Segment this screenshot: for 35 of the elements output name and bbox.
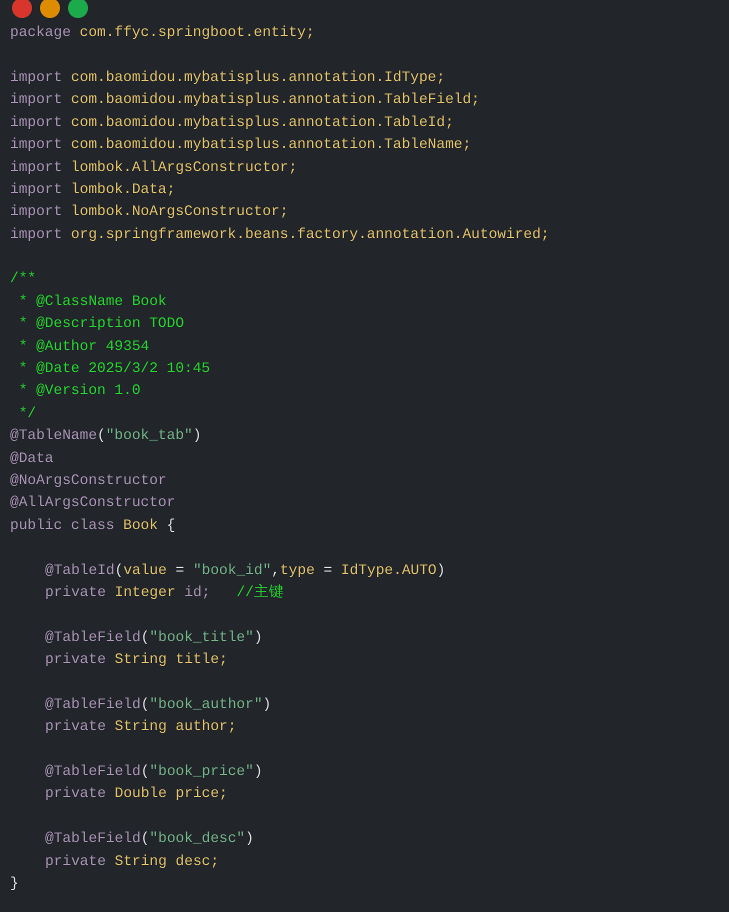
code-line: * @Description TODO — [18, 315, 184, 334]
code-line: import com.baomidou.mybatisplus.annotation.TableId; — [10, 114, 454, 132]
code-line: @Data — [10, 450, 54, 468]
code-line: @TableField("book_price") — [45, 763, 263, 782]
code-line: private String desc; — [45, 852, 220, 871]
code-line: private Double price; — [45, 785, 228, 804]
code-line: @TableId(value = "book_id",type = IdType.AUTO) — [45, 562, 446, 580]
code-line: import com.baomidou.mybatisplus.annotation.TableField; — [10, 91, 480, 110]
code-line: @NoArgsConstructor — [10, 472, 167, 490]
code-line: @AllArgsConstructor — [10, 494, 176, 512]
window-control-dot[interactable] — [12, 0, 32, 18]
code-line: * @Version 1.0 — [18, 382, 141, 400]
code-line: private String author; — [45, 718, 236, 736]
code-line: import com.baomidou.mybatisplus.annotation.TableName; — [10, 136, 472, 154]
code-line: } — [10, 875, 19, 894]
code-line: private String title; — [45, 651, 228, 670]
code-line: @TableName("book_tab") — [10, 427, 202, 446]
code-line: private Integer id; //主键 — [45, 584, 284, 602]
code-line: import lombok.Data; — [10, 180, 176, 199]
code-line: import com.baomidou.mybatisplus.annotation.IdType; — [10, 68, 446, 87]
code-line: /** — [10, 270, 36, 288]
code-line: * @Author 49354 — [18, 338, 150, 356]
window-control-dot[interactable] — [40, 0, 60, 18]
code-line: @TableField("book_author") — [45, 696, 272, 714]
code-line: */ — [18, 404, 36, 423]
code-line: import org.springframework.beans.factory.annotation.Autowired; — [10, 226, 550, 244]
code-line: @TableField("book_title") — [45, 628, 263, 647]
code-line: import lombok.NoArgsConstructor; — [10, 203, 288, 222]
code-line: public class Book { — [10, 516, 176, 535]
code-line: * @ClassName Book — [18, 292, 167, 311]
code-line: @TableField("book_desc") — [45, 830, 254, 848]
window-control-dot[interactable] — [68, 0, 88, 18]
code-line: package com.ffyc.springboot.entity; — [10, 24, 315, 42]
code-line: * @Date 2025/3/2 10:45 — [18, 360, 210, 378]
code-line: import lombok.AllArgsConstructor; — [10, 158, 298, 177]
